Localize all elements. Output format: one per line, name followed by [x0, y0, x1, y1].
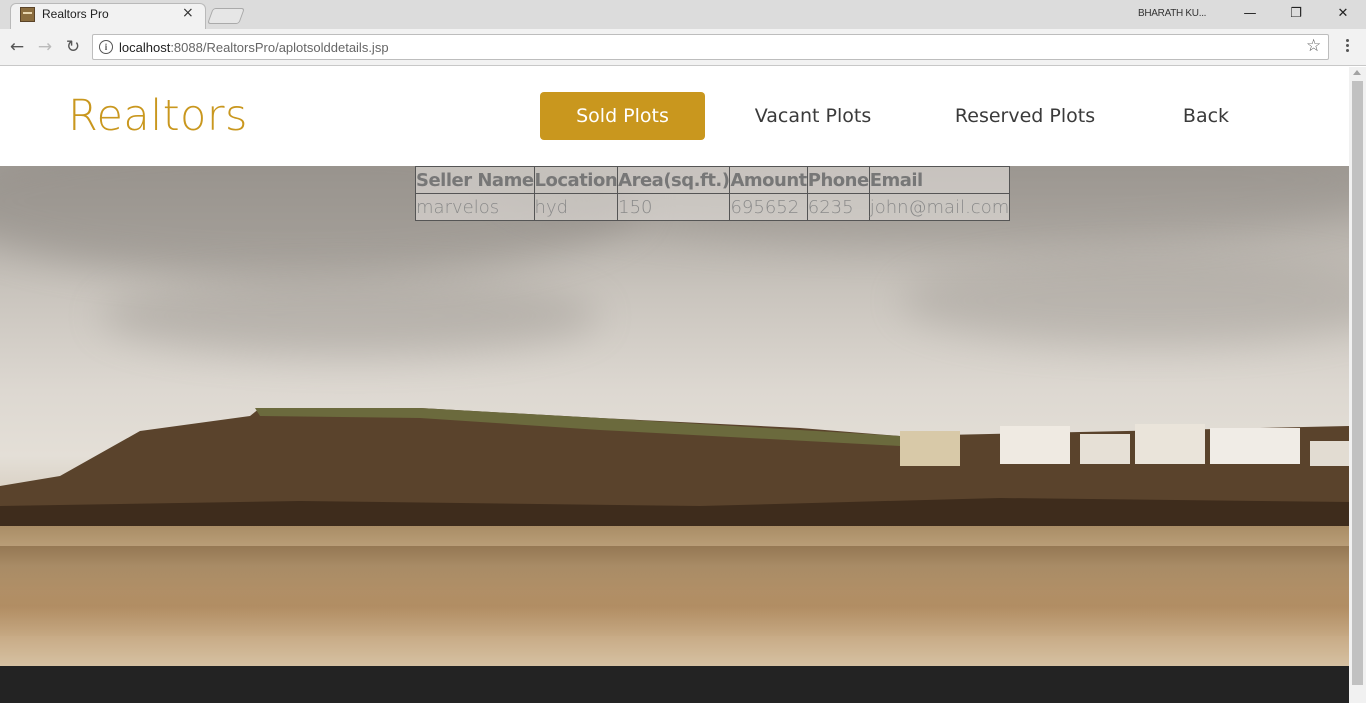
table-row: marvelos hyd 150 695652 6235 john@mail.c… — [415, 193, 1011, 221]
table-header-row: Seller Name Location Area(sq.ft.) Amount… — [415, 166, 1011, 194]
cliff-shape — [0, 408, 1349, 526]
cell-phone: 6235 — [806, 193, 870, 221]
address-bar[interactable]: i localhost:8088/RealtorsPro/aplotsoldde… — [92, 34, 1329, 60]
close-window-button[interactable]: ✕ — [1333, 4, 1353, 24]
cell-amount: 695652 — [729, 193, 808, 221]
column-header-location: Location — [533, 166, 619, 194]
nav-back[interactable]: Back — [1160, 92, 1252, 140]
sold-plots-table: Seller Name Location Area(sq.ft.) Amount… — [415, 166, 1011, 221]
info-icon[interactable]: i — [99, 40, 113, 54]
water-reflection — [0, 546, 1349, 636]
site-logo[interactable]: Realtors — [68, 91, 248, 141]
site-favicon-icon — [20, 7, 35, 22]
scroll-thumb[interactable] — [1352, 81, 1363, 685]
cell-area: 150 — [617, 193, 731, 221]
browser-menu-icon[interactable] — [1343, 37, 1351, 57]
cell-location: hyd — [533, 193, 619, 221]
column-header-phone: Phone — [806, 166, 870, 194]
column-header-amount: Amount — [729, 166, 808, 194]
browser-titlebar: Realtors Pro × BHARATH KU... — ❐ ✕ — [0, 0, 1366, 30]
site-footer — [0, 666, 1349, 703]
background-landscape-image — [0, 166, 1349, 666]
tab-close-icon[interactable]: × — [182, 5, 194, 21]
site-header: Realtors Sold Plots Vacant Plots Reserve… — [0, 67, 1349, 166]
url-host: localhost — [119, 40, 171, 55]
cell-email: john@mail.com — [868, 193, 1011, 221]
forward-arrow-icon[interactable]: → — [34, 36, 56, 58]
url-path: :8088/RealtorsPro/aplotsolddetails.jsp — [170, 40, 389, 55]
nav-reserved-plots[interactable]: Reserved Plots — [940, 92, 1110, 140]
profile-name[interactable]: BHARATH KU... — [1138, 8, 1206, 19]
page-viewport: Realtors Sold Plots Vacant Plots Reserve… — [0, 67, 1349, 703]
column-header-email: Email — [868, 166, 1011, 194]
url-text[interactable]: localhost:8088/RealtorsPro/aplotsolddeta… — [119, 40, 389, 55]
vertical-scrollbar[interactable] — [1349, 67, 1366, 703]
restore-button[interactable]: ❐ — [1286, 4, 1306, 24]
nav-vacant-plots[interactable]: Vacant Plots — [735, 92, 891, 140]
new-tab-button[interactable] — [207, 8, 245, 24]
minimize-button[interactable]: — — [1240, 4, 1260, 24]
reload-icon[interactable]: ↻ — [62, 36, 84, 58]
cell-seller-name: marvelos — [415, 193, 535, 221]
scroll-up-arrow-icon[interactable] — [1353, 70, 1361, 75]
tab-title[interactable]: Realtors Pro — [42, 7, 109, 21]
back-arrow-icon[interactable]: ← — [6, 36, 28, 58]
bookmark-star-icon[interactable]: ☆ — [1306, 36, 1321, 56]
column-header-area: Area(sq.ft.) — [617, 166, 731, 194]
column-header-seller-name: Seller Name — [415, 166, 535, 194]
nav-sold-plots[interactable]: Sold Plots — [540, 92, 705, 140]
browser-toolbar: ← → ↻ i localhost:8088/RealtorsPro/aplot… — [0, 29, 1366, 66]
